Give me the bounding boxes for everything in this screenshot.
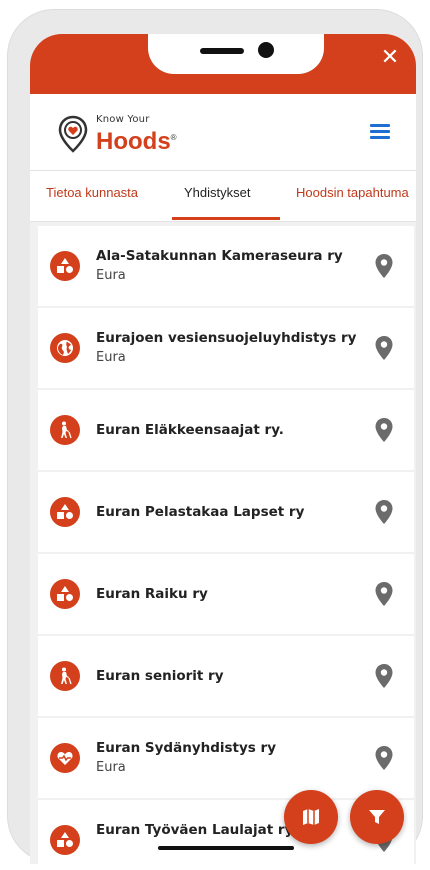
list-item[interactable]: Euran Raiku ry [38,554,414,634]
list-item[interactable]: Euran Pelastakaa Lapset ry [38,472,414,552]
map-pin-icon[interactable] [374,335,394,361]
phone-frame: ✕ Know Your Hoods® Tietoa kunnasta Yhdis [8,10,422,864]
list-item[interactable]: Eurajoen vesiensuojeluyhdistys ry Eura [38,308,414,388]
map-pin-icon[interactable] [374,663,394,689]
brand-name: Hoods® [96,127,177,155]
filter-icon [369,810,385,824]
shapes-icon [50,825,80,855]
tab-yhdistykset[interactable]: Yhdistykset [184,185,250,200]
association-location: Eura [96,350,126,365]
tab-tietoa-kunnasta[interactable]: Tietoa kunnasta [46,185,138,200]
tab-bar: Tietoa kunnasta Yhdistykset Hoodsin tapa… [30,170,416,222]
association-location: Eura [96,760,126,775]
association-name: Euran Pelastakaa Lapset ry [96,504,305,520]
globe-icon [50,333,80,363]
map-pin-icon[interactable] [374,581,394,607]
brand-logo[interactable]: Know Your Hoods® [58,114,177,154]
close-icon[interactable]: ✕ [378,46,402,70]
tab-hoodsin-tapahtumat[interactable]: Hoodsin tapahtuma [296,185,409,200]
association-location: Eura [96,268,126,283]
list-item[interactable]: Ala-Satakunnan Kameraseura ry Eura [38,226,414,306]
map-fab-button[interactable] [284,790,338,844]
app-header: Know Your Hoods® [30,94,416,170]
elderly-walker-icon [50,415,80,445]
device-notch [148,34,324,74]
association-name: Euran seniorit ry [96,668,224,684]
list-item[interactable]: Euran seniorit ry [38,636,414,716]
filter-fab-button[interactable] [350,790,404,844]
heart-pulse-icon [50,743,80,773]
app-screen: ✕ Know Your Hoods® Tietoa kunnasta Yhdis [30,34,416,864]
map-pin-icon[interactable] [374,417,394,443]
map-pin-icon[interactable] [374,745,394,771]
location-heart-logo-icon [58,115,88,153]
shapes-icon [50,251,80,281]
brand-tagline: Know Your [96,113,150,125]
map-pin-icon[interactable] [374,253,394,279]
map-icon [303,809,319,825]
active-tab-indicator [172,217,280,220]
status-bar: ✕ [30,34,416,94]
shapes-icon [50,579,80,609]
hamburger-menu-icon[interactable] [370,124,390,140]
map-pin-icon[interactable] [374,499,394,525]
list-item[interactable]: Euran Sydänyhdistys ry Eura [38,718,414,798]
association-name: Euran Sydänyhdistys ry [96,740,277,756]
association-name: Euran Eläkkeensaajat ry. [96,422,284,438]
association-name: Ala-Satakunnan Kameraseura ry [96,248,343,264]
elderly-walker-icon [50,661,80,691]
association-name: Euran Raiku ry [96,586,208,602]
speaker-grille [200,48,244,54]
shapes-icon [50,497,80,527]
home-indicator [158,846,294,850]
list-item[interactable]: Euran Eläkkeensaajat ry. [38,390,414,470]
association-name: Euran Työväen Laulajat ry/ [96,822,299,838]
association-name: Eurajoen vesiensuojeluyhdistys ry [96,330,357,346]
front-camera [258,42,274,58]
